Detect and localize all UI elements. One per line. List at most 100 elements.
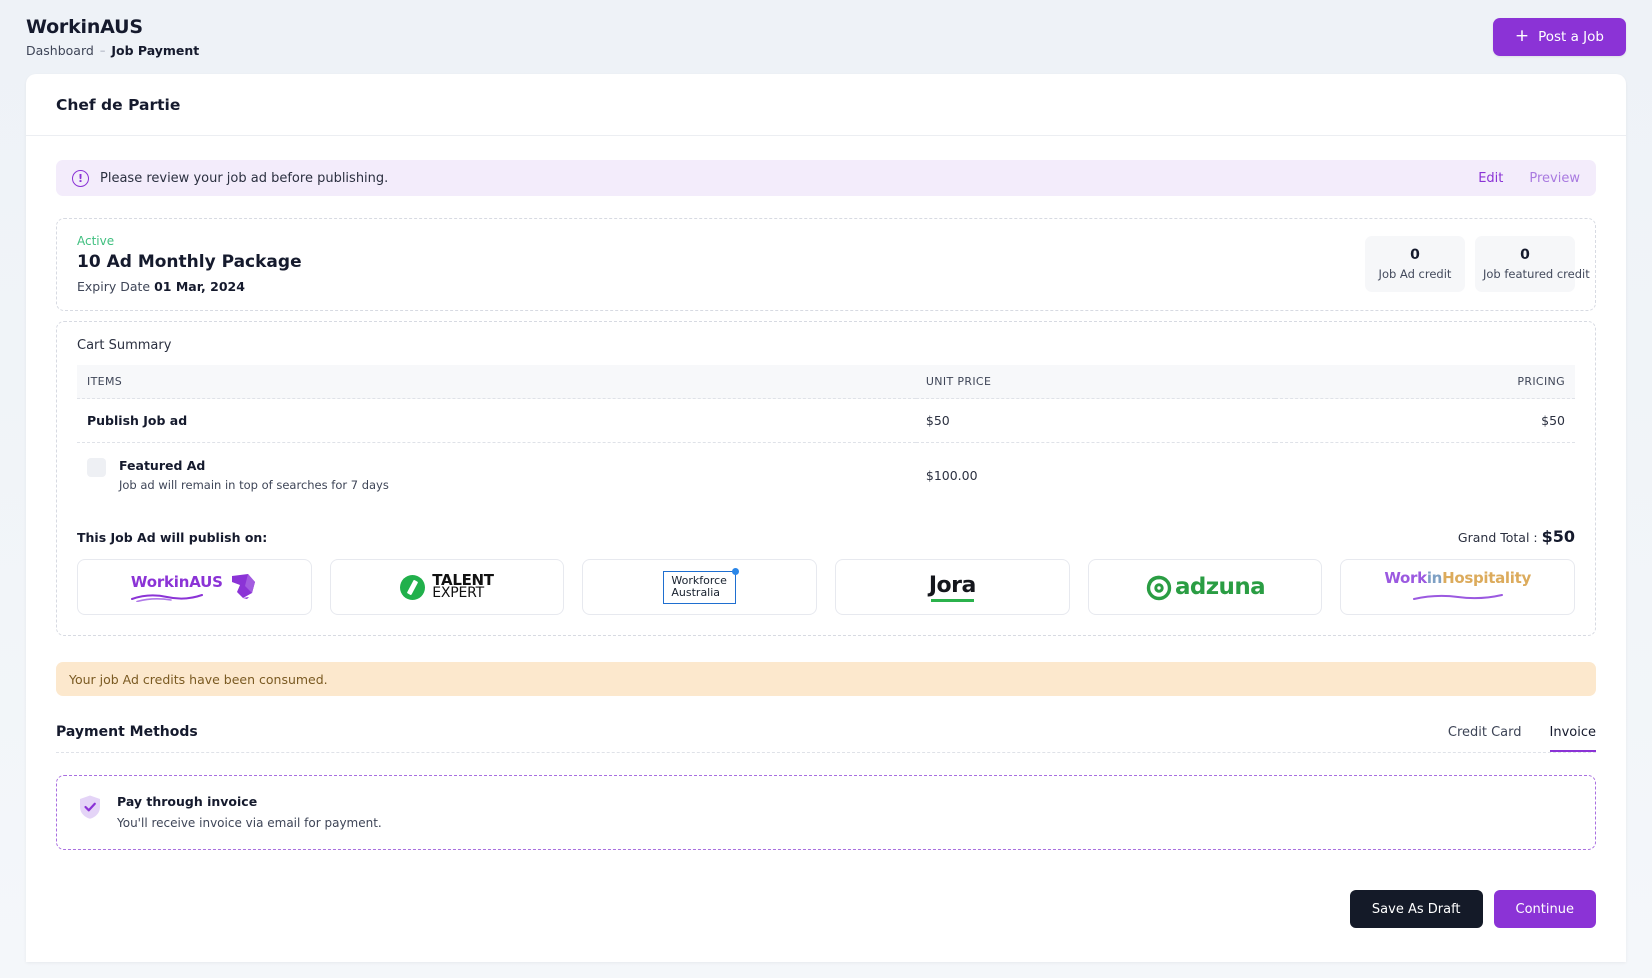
invoice-option-description: You'll receive invoice via email for pay… — [117, 816, 382, 830]
brand-title: WorkinAUS — [26, 16, 143, 38]
featured-ad-cell: Featured Ad Job ad will remain in top of… — [87, 457, 906, 493]
job-board-logos: WorkinAUS TALENT EXPERT Workforce Austra… — [77, 559, 1575, 615]
package-info: Active 10 Ad Monthly Package Expiry Date… — [77, 233, 302, 294]
preview-link[interactable]: Preview — [1529, 171, 1580, 186]
cart-table-body: Publish Job ad $50 $50 Featured Ad Job a… — [77, 398, 1575, 508]
breadcrumb-separator: – — [99, 44, 106, 57]
workforce-australia-line1: Workforce — [671, 573, 727, 587]
adzuna-mark-icon — [1146, 575, 1172, 601]
featured-ad-checkbox[interactable] — [87, 458, 106, 477]
talent-expert-mark-icon — [400, 574, 426, 600]
workinhospitality-part-a: Work — [1384, 568, 1427, 587]
featured-ad-description: Job ad will remain in top of searches fo… — [119, 478, 389, 492]
payment-methods-header: Payment Methods Credit Card Invoice — [56, 724, 1596, 753]
top-bar: WorkinAUS Dashboard – Job Payment + Post… — [0, 0, 1652, 74]
payment-methods-title: Payment Methods — [56, 724, 198, 740]
page-title: Chef de Partie — [56, 96, 181, 114]
tab-invoice[interactable]: Invoice — [1549, 725, 1596, 752]
grand-total-label: Grand Total : — [1457, 530, 1538, 545]
review-banner-left: ! Please review your job ad before publi… — [72, 169, 389, 187]
review-banner: ! Please review your job ad before publi… — [56, 160, 1596, 196]
credit-box-job-featured: 0 Job featured credit — [1475, 235, 1590, 292]
save-as-draft-button[interactable]: Save As Draft — [1349, 890, 1483, 928]
workinhospitality-logo: WorkinHospitality — [1384, 569, 1531, 606]
wave-icon — [1412, 593, 1503, 600]
workforce-australia-logo: Workforce Australia — [663, 567, 739, 604]
column-items: ITEMS — [77, 365, 916, 399]
brand-block: WorkinAUS Dashboard – Job Payment — [26, 14, 199, 58]
payment-method-tabs: Credit Card Invoice — [1448, 725, 1596, 752]
jora-logo: Jora — [929, 573, 976, 602]
talent-expert-logo: TALENT EXPERT — [400, 573, 494, 601]
publish-job-ad-label: Publish Job ad — [87, 413, 188, 428]
cart-summary: Cart Summary ITEMS UNIT PRICE PRICING Pu… — [56, 321, 1596, 636]
post-a-job-label: Post a Job — [1538, 29, 1604, 45]
cart-table: ITEMS UNIT PRICE PRICING Publish Job ad … — [77, 365, 1575, 507]
row-item-name: Publish Job ad — [77, 398, 916, 443]
australia-map-icon — [231, 574, 255, 599]
credit-box-job-ad: 0 Job Ad credit — [1365, 235, 1465, 292]
review-banner-message: Please review your job ad before publish… — [100, 170, 389, 186]
workinaus-logo-part-b: AUS — [189, 572, 223, 591]
adzuna-logo: adzuna — [1145, 573, 1266, 601]
job-ad-credit-label: Job Ad credit — [1378, 266, 1452, 281]
cart-header-row: ITEMS UNIT PRICE PRICING — [77, 365, 1575, 399]
job-board-workinhospitality: WorkinHospitality — [1340, 559, 1575, 615]
breadcrumb-dashboard[interactable]: Dashboard — [26, 43, 94, 58]
continue-button[interactable]: Continue — [1493, 890, 1596, 928]
talent-expert-logo-text: TALENT EXPERT — [432, 573, 494, 601]
plus-icon: + — [1514, 26, 1530, 46]
package-name: 10 Ad Monthly Package — [77, 252, 302, 272]
column-pricing: PRICING — [1275, 365, 1575, 399]
workinaus-logo-part-a: Workin — [130, 572, 190, 591]
wave-icon — [130, 593, 203, 602]
job-board-talent-expert: TALENT EXPERT — [329, 559, 565, 615]
breadcrumb-current: Job Payment — [111, 43, 200, 58]
credits-consumed-warning: Your job Ad credits have been consumed. — [56, 662, 1596, 696]
info-icon: ! — [72, 169, 89, 187]
job-board-adzuna: adzuna — [1087, 559, 1323, 615]
invoice-option-name: Pay through invoice — [117, 794, 258, 809]
job-featured-credit-label: Job featured credit — [1483, 266, 1590, 281]
cart-table-head: ITEMS UNIT PRICE PRICING — [77, 365, 1575, 399]
shield-check-icon — [80, 795, 100, 819]
row-unit-price: $50 — [915, 398, 1276, 443]
grand-total-value: $50 — [1541, 527, 1575, 546]
pay-through-invoice-option[interactable]: Pay through invoice You'll receive invoi… — [56, 775, 1596, 850]
row-unit-price: $100.00 — [925, 467, 978, 483]
card-body: ! Please review your job ad before publi… — [26, 136, 1626, 962]
footer-actions: Save As Draft Continue — [56, 890, 1596, 962]
tab-credit-card[interactable]: Credit Card — [1448, 725, 1522, 752]
workinhospitality-part-b: in — [1426, 568, 1443, 587]
job-featured-credit-value: 0 — [1520, 246, 1530, 263]
warning-message: Your job Ad credits have been consumed. — [69, 671, 328, 687]
row-pricing — [1275, 443, 1575, 508]
table-row: Featured Ad Job ad will remain in top of… — [77, 443, 1575, 508]
table-row: Publish Job ad $50 $50 — [77, 398, 1575, 443]
dot-icon — [731, 567, 739, 575]
invoice-option-text: Pay through invoice You'll receive invoi… — [117, 793, 382, 831]
package-expiry: Expiry Date 01 Mar, 2024 — [77, 279, 302, 294]
cart-summary-title: Cart Summary — [77, 338, 172, 353]
card-header: Chef de Partie — [26, 74, 1626, 136]
page-card: Chef de Partie ! Please review your job … — [26, 74, 1626, 962]
job-board-workinaus: WorkinAUS — [77, 559, 312, 615]
workforce-australia-line2: Australia — [671, 585, 721, 599]
column-unit-price: UNIT PRICE — [915, 365, 1276, 399]
package-expiry-date: 01 Mar, 2024 — [154, 279, 245, 294]
post-a-job-button[interactable]: + Post a Job — [1492, 18, 1626, 56]
package-summary: Active 10 Ad Monthly Package Expiry Date… — [56, 218, 1596, 311]
row-item-name: Featured Ad Job ad will remain in top of… — [77, 443, 916, 508]
job-board-workforce-australia: Workforce Australia — [582, 559, 817, 615]
row-pricing: $50 — [1275, 398, 1575, 443]
package-status-badge: Active — [77, 234, 115, 248]
publish-on-header: This Job Ad will publish on: Grand Total… — [77, 527, 1575, 546]
edit-link[interactable]: Edit — [1478, 171, 1503, 186]
adzuna-logo-text: adzuna — [1174, 574, 1266, 600]
job-board-jora: Jora — [835, 559, 1070, 615]
workinhospitality-logo-text: WorkinHospitality — [1384, 569, 1531, 587]
workinhospitality-part-c: Hospitality — [1442, 568, 1531, 587]
job-ad-credit-value: 0 — [1410, 246, 1420, 263]
workinaus-logo: WorkinAUS — [130, 572, 258, 602]
review-banner-actions: Edit Preview — [1478, 171, 1580, 186]
